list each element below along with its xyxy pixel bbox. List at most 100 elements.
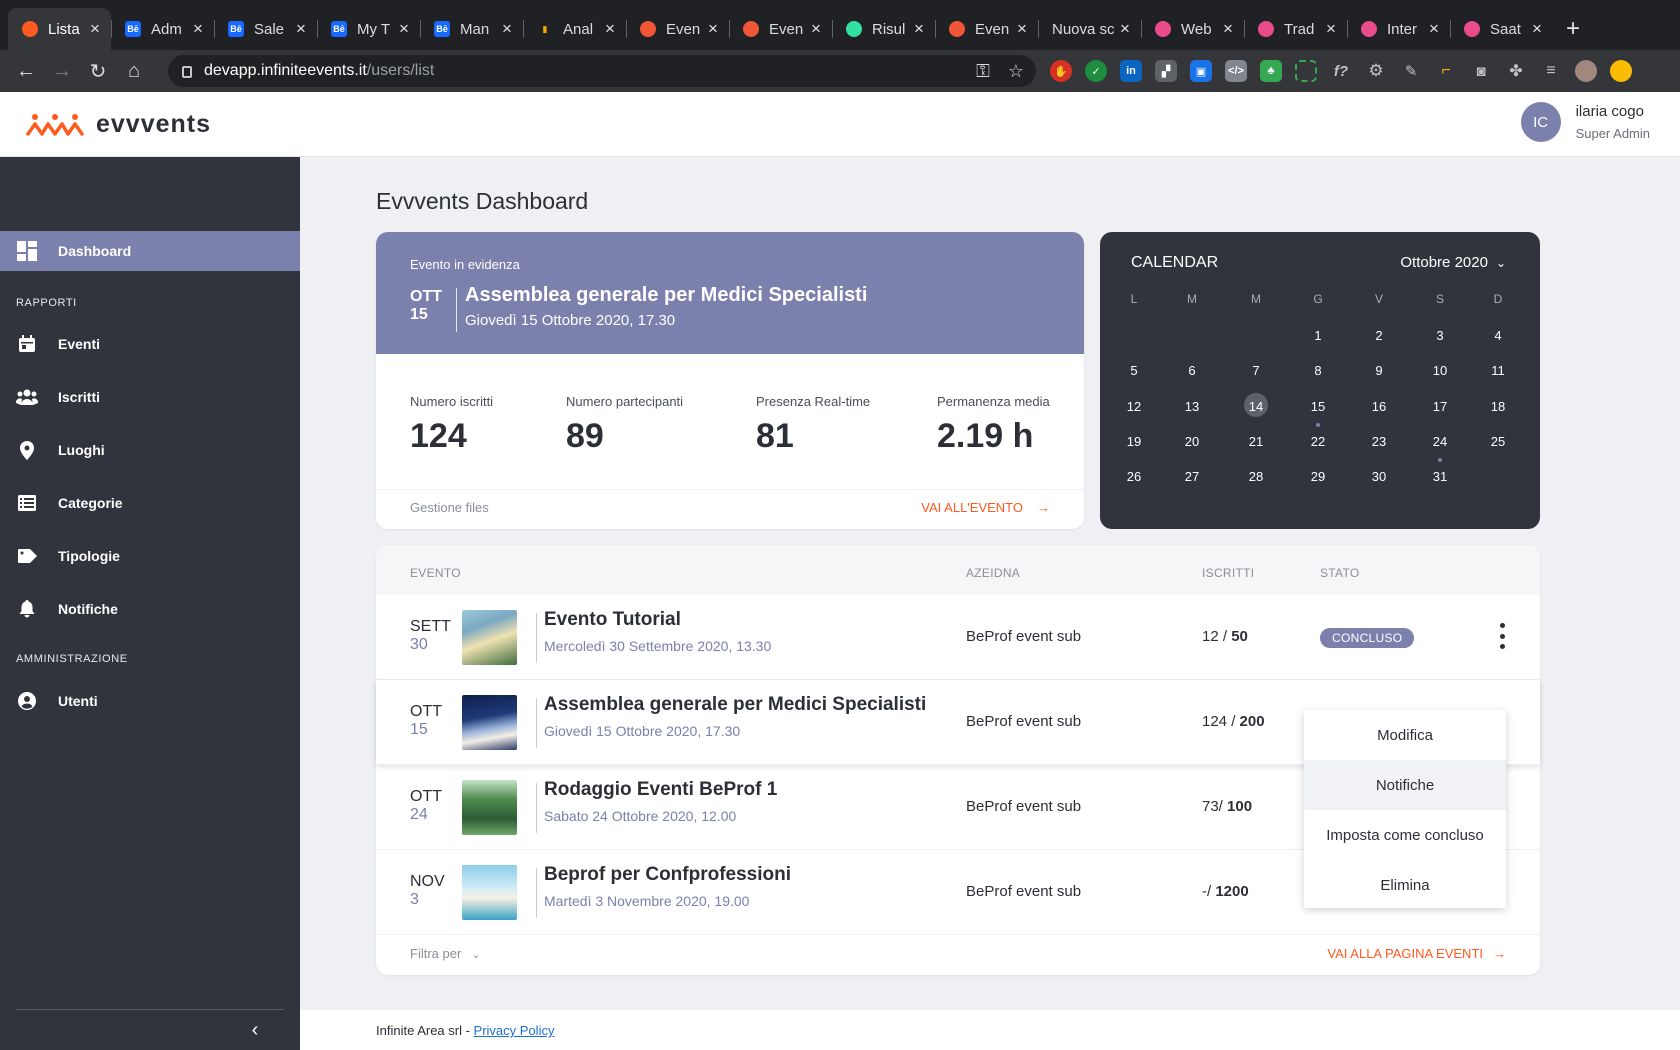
user-menu[interactable]: IC ilaria cogo Super Admin xyxy=(1520,102,1650,142)
close-icon[interactable]: × xyxy=(87,19,103,39)
browser-tab[interactable]: Inter × xyxy=(1347,8,1450,50)
browser-tab[interactable]: Bē Sale × xyxy=(214,8,317,50)
calendar-day[interactable]: 26 xyxy=(1114,469,1154,484)
event-title[interactable]: Beprof per Confprofessioni xyxy=(544,864,791,886)
close-icon[interactable]: × xyxy=(293,19,309,39)
avatar[interactable]: IC xyxy=(1520,102,1561,142)
collapse-sidebar-chevron-icon[interactable]: ‹ xyxy=(245,1019,265,1041)
browser-tab[interactable]: Bē My T × xyxy=(317,8,420,50)
back-icon[interactable]: ← xyxy=(8,60,44,83)
extension-hand-icon[interactable]: ✋ xyxy=(1050,60,1072,82)
menu-item-notifiche[interactable]: Notifiche xyxy=(1304,760,1506,810)
calendar-day[interactable]: 29 xyxy=(1298,469,1338,484)
calendar-day[interactable]: 11 xyxy=(1478,363,1518,378)
calendar-day[interactable]: 10 xyxy=(1420,363,1460,378)
extension-leaf-icon[interactable]: ♣ xyxy=(1260,60,1282,82)
extension-stack-icon[interactable]: ▞ xyxy=(1155,60,1177,82)
sidebar-item-luoghi[interactable]: Luoghi xyxy=(0,430,300,470)
sidebar-item-utenti[interactable]: Utenti xyxy=(0,681,300,721)
browser-tab[interactable]: Bē Adm × xyxy=(111,8,214,50)
extension-window-icon[interactable]: ▣ xyxy=(1190,60,1212,82)
key-icon[interactable]: ⚿ xyxy=(976,61,990,82)
calendar-day[interactable]: 18 xyxy=(1478,399,1518,414)
manage-files-link[interactable]: Gestione files xyxy=(410,500,489,515)
camera-icon[interactable]: ◙ xyxy=(1470,60,1492,82)
calendar-day[interactable]: 21 xyxy=(1236,434,1276,449)
event-title[interactable]: Rodaggio Eventi BeProf 1 xyxy=(544,779,777,801)
close-icon[interactable]: × xyxy=(396,19,412,39)
close-icon[interactable]: × xyxy=(499,19,515,39)
calendar-day[interactable]: 28 xyxy=(1236,469,1276,484)
reload-icon[interactable]: ↻ xyxy=(80,59,116,84)
privacy-policy-link[interactable]: Privacy Policy xyxy=(474,1023,555,1038)
close-icon[interactable]: × xyxy=(1014,19,1030,39)
url-text[interactable]: devapp.infiniteevents.it/users/list xyxy=(204,62,958,80)
calendar-day[interactable]: 15 xyxy=(1298,399,1338,414)
calendar-day[interactable]: 19 xyxy=(1114,434,1154,449)
close-icon[interactable]: × xyxy=(190,19,206,39)
calendar-day[interactable]: 13 xyxy=(1172,399,1212,414)
browser-tab[interactable]: Bē Man × xyxy=(420,8,523,50)
calendar-day[interactable]: 7 xyxy=(1236,363,1276,378)
calendar-day[interactable]: 25 xyxy=(1478,434,1518,449)
close-icon[interactable]: × xyxy=(705,19,721,39)
brand-logo[interactable]: evvvents xyxy=(26,110,211,139)
extension-formula-icon[interactable]: f? xyxy=(1330,60,1352,82)
menu-item-elimina[interactable]: Elimina xyxy=(1304,860,1506,910)
linkedin-icon[interactable]: in xyxy=(1120,60,1142,82)
go-to-events-page-link[interactable]: VAI ALLA PAGINA EVENTI → xyxy=(1327,946,1506,961)
event-title[interactable]: Assemblea generale per Medici Specialist… xyxy=(544,694,926,716)
home-icon[interactable]: ⌂ xyxy=(116,60,152,83)
calendar-day[interactable]: 16 xyxy=(1359,399,1399,414)
extension-sun-icon[interactable] xyxy=(1610,60,1632,82)
calendar-day[interactable]: 4 xyxy=(1478,328,1518,343)
menu-item-modifica[interactable]: Modifica xyxy=(1304,710,1506,760)
browser-tab[interactable]: Risul × xyxy=(832,8,935,50)
go-to-event-link[interactable]: VAI ALL'EVENTO → xyxy=(921,500,1050,515)
calendar-day[interactable]: 9 xyxy=(1359,363,1399,378)
sidebar-item-categorie[interactable]: Categorie xyxy=(0,483,300,523)
calendar-day[interactable]: 12 xyxy=(1114,399,1154,414)
close-icon[interactable]: × xyxy=(1323,19,1339,39)
browser-tab[interactable]: Nuova sc × xyxy=(1038,8,1141,50)
browser-tab[interactable]: Even × xyxy=(935,8,1038,50)
month-selector[interactable]: Ottobre 2020 ⌄ xyxy=(1400,254,1506,271)
calendar-day[interactable]: 1 xyxy=(1298,328,1338,343)
sidebar-item-eventi[interactable]: Eventi xyxy=(0,324,300,364)
extension-crop-tool-icon[interactable]: ⌐ xyxy=(1435,60,1457,82)
sidebar-item-notifiche[interactable]: Notifiche xyxy=(0,589,300,629)
extension-check-icon[interactable]: ✓ xyxy=(1085,60,1107,82)
sidebar-item-iscritti[interactable]: Iscritti xyxy=(0,377,300,417)
calendar-day[interactable]: 23 xyxy=(1359,434,1399,449)
address-bar[interactable]: devapp.infiniteevents.it/users/list ⚿ ☆ xyxy=(168,55,1036,87)
calendar-day[interactable]: 31 xyxy=(1420,469,1460,484)
calendar-day[interactable]: 22 xyxy=(1298,434,1338,449)
sidebar-item-tipologie[interactable]: Tipologie xyxy=(0,536,300,576)
star-icon[interactable]: ☆ xyxy=(1008,61,1024,82)
calendar-day[interactable]: 8 xyxy=(1298,363,1338,378)
filter-dropdown[interactable]: Filtra per ⌄ xyxy=(410,946,481,961)
calendar-day[interactable]: 24 xyxy=(1420,434,1460,449)
featured-title[interactable]: Assemblea generale per Medici Specialist… xyxy=(465,284,867,307)
close-icon[interactable]: × xyxy=(1220,19,1236,39)
calendar-day[interactable]: 27 xyxy=(1172,469,1212,484)
close-icon[interactable]: × xyxy=(808,19,824,39)
playlist-icon[interactable]: ≡ xyxy=(1540,60,1562,82)
browser-tab[interactable]: Lista × xyxy=(8,8,111,50)
extension-crop-icon[interactable] xyxy=(1295,60,1317,82)
calendar-day[interactable]: 17 xyxy=(1420,399,1460,414)
menu-item-imposta-concluso[interactable]: Imposta come concluso xyxy=(1304,810,1506,860)
new-tab-plus-icon[interactable]: + xyxy=(1553,8,1593,50)
close-icon[interactable]: × xyxy=(1529,19,1545,39)
browser-tab[interactable]: Even × xyxy=(626,8,729,50)
close-icon[interactable]: × xyxy=(1426,19,1442,39)
calendar-day[interactable]: 3 xyxy=(1420,328,1460,343)
close-icon[interactable]: × xyxy=(911,19,927,39)
extension-code-icon[interactable]: </> xyxy=(1225,60,1247,82)
calendar-day[interactable]: 20 xyxy=(1172,434,1212,449)
calendar-day[interactable]: 6 xyxy=(1172,363,1212,378)
calendar-day[interactable]: 5 xyxy=(1114,363,1154,378)
calendar-day-today[interactable]: 14 xyxy=(1236,393,1276,417)
close-icon[interactable]: × xyxy=(602,19,618,39)
gear-icon[interactable]: ⚙ xyxy=(1365,60,1387,82)
